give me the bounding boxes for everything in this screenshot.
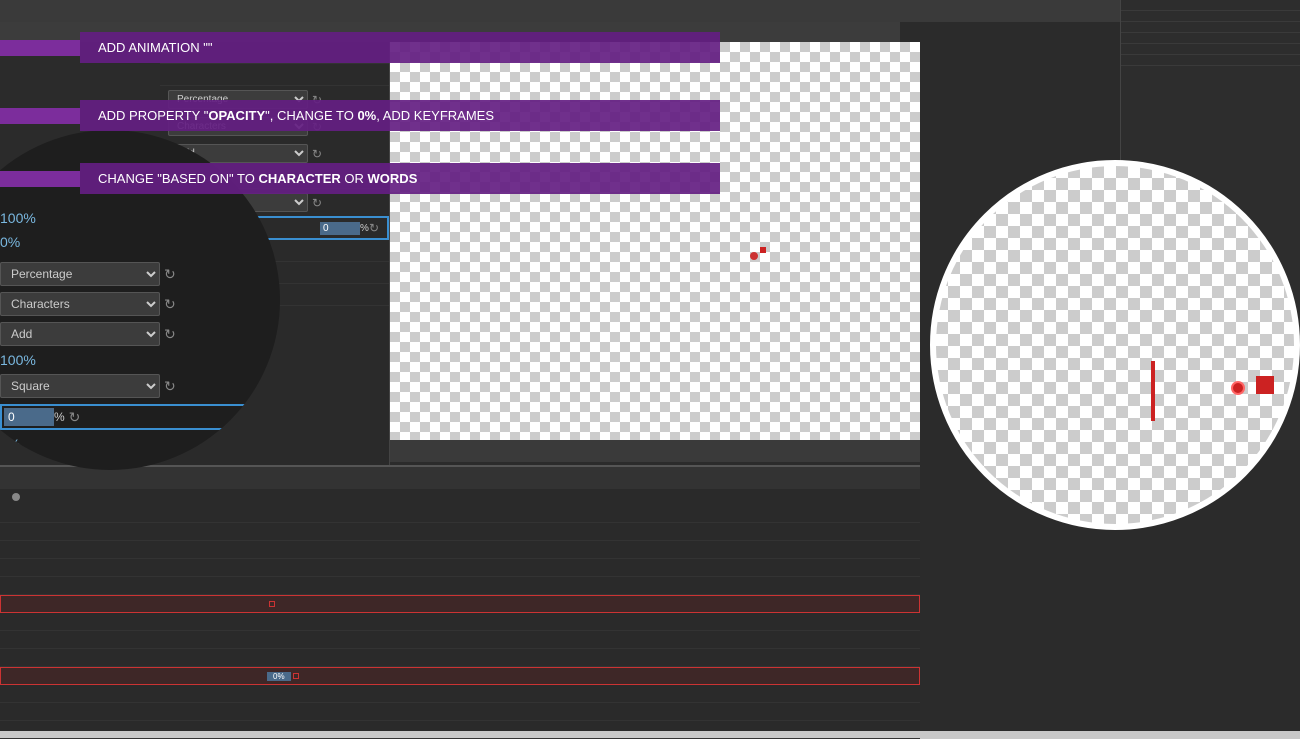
smoothness-input[interactable]: [320, 222, 360, 235]
circle-value4: 0%: [0, 436, 280, 452]
timeline-row-1: [0, 523, 920, 541]
top-menubar: 🔍: [0, 0, 1300, 22]
zoom-checker-bg: [936, 166, 1294, 524]
panel-item-preview[interactable]: [1121, 22, 1300, 33]
step1-tag: [0, 40, 80, 56]
step2-content: ADD PROPERTY "OPACITY", CHANGE TO 0%, AD…: [80, 100, 720, 131]
step3-highlight1: CHARACTER: [258, 171, 340, 186]
smoothness-indicator: [293, 673, 299, 679]
step2-highlight1: OPACITY: [208, 108, 265, 123]
timeline: 0%: [0, 465, 920, 731]
timeline-row-mode: [0, 613, 920, 631]
timeline-row-ease-low: [0, 703, 920, 721]
circle-value1: 100%: [0, 210, 280, 226]
zoom-dot: [1231, 381, 1245, 395]
step3-tag: [0, 171, 80, 187]
step3-content: CHANGE "BASED ON" TO CHARACTER OR WORDS: [80, 163, 720, 194]
zoom-red-square: [1256, 376, 1274, 394]
timeline-row-randomize: [0, 721, 920, 739]
circle-smoothness-input[interactable]: [4, 408, 54, 426]
timeline-row-ease-high: [0, 685, 920, 703]
step2-banner: ADD PROPERTY "OPACITY", CHANGE TO 0%, AD…: [0, 100, 720, 131]
circle-dropdown-4[interactable]: Square: [0, 374, 160, 398]
timeline-row-shape: [0, 649, 920, 667]
timeline-row-offset: [0, 541, 920, 559]
reset-icon-3[interactable]: ↻: [312, 147, 322, 161]
circle-reset-2[interactable]: ↻: [164, 296, 176, 313]
timeline-row-based-on: [0, 595, 920, 613]
timeline-row-0: [0, 505, 920, 523]
circle-dropdown-2[interactable]: Characters: [0, 292, 160, 316]
timeline-row-units: [0, 577, 920, 595]
timeline-header: [0, 467, 920, 489]
dark-circle-content: 100% 0% Percentage ↻ Characters ↻ Add ↻ …: [0, 210, 280, 470]
panel-item-align[interactable]: [1121, 44, 1300, 55]
zoom-cursor: [1151, 361, 1155, 421]
step3-banner: CHANGE "BASED ON" TO CHARACTER OR WORDS: [0, 163, 720, 194]
circle-value5: 0%: [0, 456, 280, 470]
smoothness-bar: 0%: [267, 672, 291, 681]
step2-highlight2: 0%: [357, 108, 376, 123]
reset-icon-4[interactable]: ↻: [312, 196, 322, 210]
step1-content: ADD ANIMATION "": [80, 32, 720, 63]
reset-icon-5[interactable]: ↻: [369, 221, 379, 235]
panel-item-audio[interactable]: [1121, 11, 1300, 22]
panel-item-effects[interactable]: [1121, 33, 1300, 44]
timeline-row-smoothness: 0%: [0, 667, 920, 685]
circle-reset-4[interactable]: ↻: [164, 378, 176, 395]
circle-dropdown-3[interactable]: Add: [0, 322, 160, 346]
circle-reset-3[interactable]: ↻: [164, 326, 176, 343]
step2-tag: [0, 108, 80, 124]
based-on-indicator: [269, 601, 275, 607]
circle-dropdown-1[interactable]: Percentage: [0, 262, 160, 286]
step3-highlight2: WORDS: [368, 171, 418, 186]
circle-value3: 100%: [0, 352, 280, 368]
panel-item-libraries[interactable]: [1121, 55, 1300, 66]
viewport-dot-red: [750, 252, 758, 260]
viewport-bottombar: [390, 440, 920, 462]
circle-value2: 0%: [0, 234, 280, 250]
step1-banner: ADD ANIMATION "": [0, 32, 720, 63]
add-dot-icon[interactable]: [12, 493, 20, 501]
circle-reset-5[interactable]: ↻: [69, 409, 81, 426]
viewport-dot-red2: [760, 247, 766, 253]
timeline-row-advanced: [0, 559, 920, 577]
circle-reset-1[interactable]: ↻: [164, 266, 176, 283]
zoom-circle: [930, 160, 1300, 530]
panel-item-info[interactable]: [1121, 0, 1300, 11]
timeline-row-amount: [0, 631, 920, 649]
